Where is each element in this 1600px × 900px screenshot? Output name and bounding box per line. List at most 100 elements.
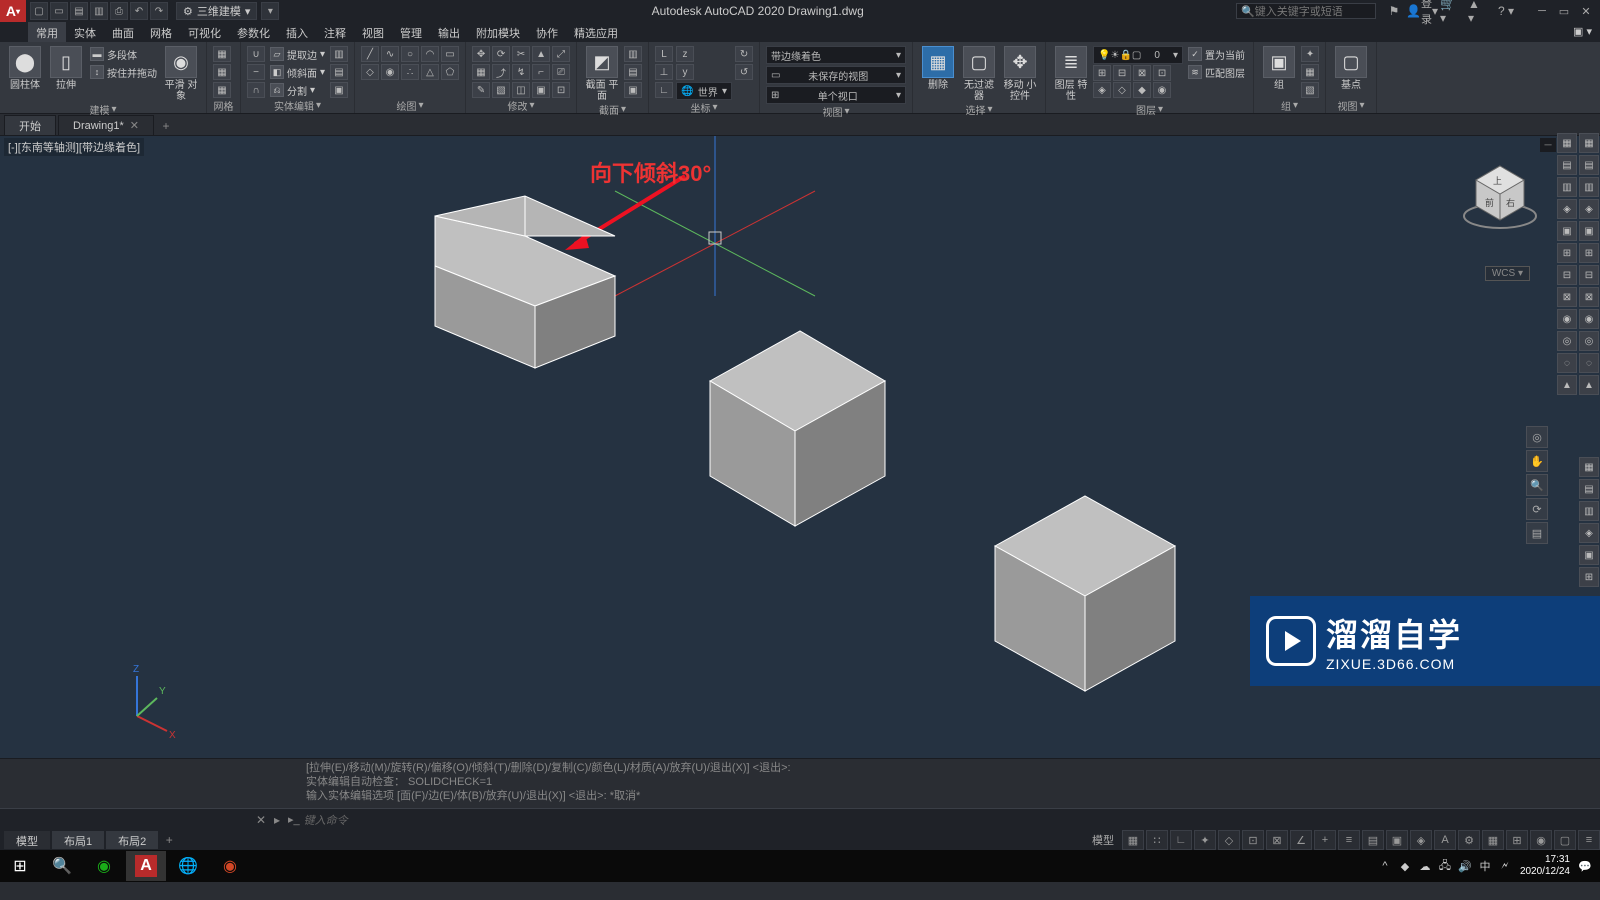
lay-b1[interactable]: ⊞ <box>1093 65 1111 81</box>
3dosnap-toggle[interactable]: ⊠ <box>1266 830 1288 850</box>
mod-b13[interactable]: ◫ <box>512 82 530 98</box>
lay-b4[interactable]: ⊡ <box>1153 65 1171 81</box>
close-tab-icon[interactable]: ✕ <box>130 119 139 132</box>
tray-ime-icon[interactable]: 中 <box>1476 857 1494 875</box>
mod-b15[interactable]: ⊡ <box>552 82 570 98</box>
cylinder-button[interactable]: ⬤圆柱体 <box>6 46 44 91</box>
rp-b1[interactable]: ▦ <box>1557 133 1577 153</box>
search-input[interactable]: 🔍 键入关键字或短语 <box>1236 3 1376 19</box>
tab-view[interactable]: 视图 <box>354 22 392 42</box>
matchlayer-button[interactable]: ≋匹配图层 <box>1186 64 1247 80</box>
mod-b7[interactable]: ⤴ <box>492 64 510 80</box>
rp-b4[interactable]: ◈ <box>1557 199 1577 219</box>
mod-b9[interactable]: ⌐ <box>532 64 550 80</box>
status-model[interactable]: 模型 <box>1086 832 1120 848</box>
saveas-icon[interactable]: ▥ <box>90 2 108 20</box>
qp-toggle[interactable]: ▣ <box>1386 830 1408 850</box>
rp2-b10[interactable]: ◎ <box>1579 331 1599 351</box>
draw-b7[interactable]: ◉ <box>381 64 399 80</box>
ucs-b3[interactable]: ∟ <box>655 82 673 98</box>
sc-toggle[interactable]: ◈ <box>1410 830 1432 850</box>
autocad-taskbar-icon[interactable]: A <box>126 851 166 881</box>
tab-output[interactable]: 输出 <box>430 22 468 42</box>
tab-solid[interactable]: 实体 <box>66 22 104 42</box>
smooth-button[interactable]: ◉平滑 对象 <box>162 46 200 102</box>
tpy-toggle[interactable]: ▤ <box>1362 830 1384 850</box>
tray-up-icon[interactable]: ^ <box>1376 857 1394 875</box>
ucs-b7[interactable]: ↺ <box>735 64 753 80</box>
rp2-s4[interactable]: ◈ <box>1579 523 1599 543</box>
sec-b1[interactable]: ▥ <box>624 46 642 62</box>
se-btn3[interactable]: ▣ <box>330 82 348 98</box>
polysolid-button[interactable]: ▬多段体 <box>88 46 159 62</box>
erase-button[interactable]: ▦删除 <box>919 46 957 91</box>
setcurrent-button[interactable]: ✓置为当前 <box>1186 46 1247 62</box>
tray-battery-icon[interactable]: 🗲 <box>1496 857 1514 875</box>
rp-b2[interactable]: ▤ <box>1557 155 1577 175</box>
lwt-toggle[interactable]: ≡ <box>1338 830 1360 850</box>
otrack-toggle[interactable]: ∠ <box>1290 830 1312 850</box>
command-line[interactable]: ✕ ▸ ▸_ 键入命令 <box>0 808 1600 830</box>
mod-b12[interactable]: ▧ <box>492 82 510 98</box>
mirror-icon[interactable]: ▲ <box>532 46 550 62</box>
sec-b2[interactable]: ▤ <box>624 64 642 80</box>
tab-home[interactable]: 常用 <box>28 22 66 42</box>
anno-toggle[interactable]: A <box>1434 830 1456 850</box>
rp2-s5[interactable]: ▣ <box>1579 545 1599 565</box>
rp2-s6[interactable]: ⊞ <box>1579 567 1599 587</box>
tab-featured[interactable]: 精选应用 <box>566 22 626 42</box>
rp-b12[interactable]: ▲ <box>1557 375 1577 395</box>
start-button[interactable]: ⊞ <box>0 851 40 881</box>
draw-b8[interactable]: ∴ <box>401 64 419 80</box>
rp2-b12[interactable]: ▲ <box>1579 375 1599 395</box>
vp-min-icon[interactable]: ─ <box>1540 138 1556 152</box>
rp-b11[interactable]: ◌ <box>1557 353 1577 373</box>
rp2-b2[interactable]: ▤ <box>1579 155 1599 175</box>
iso-toggle[interactable]: ◇ <box>1218 830 1240 850</box>
rp2-s1[interactable]: ▦ <box>1579 457 1599 477</box>
powerpoint-icon[interactable]: ◉ <box>210 851 250 881</box>
ucs-b4[interactable]: z <box>676 46 694 62</box>
rp2-b1[interactable]: ▦ <box>1579 133 1599 153</box>
tab-surface[interactable]: 曲面 <box>104 22 142 42</box>
custom-toggle[interactable]: ≡ <box>1578 830 1600 850</box>
maximize-button[interactable]: ▭ <box>1554 3 1574 19</box>
system-clock[interactable]: 17:312020/12/24 <box>1516 854 1574 878</box>
move-icon[interactable]: ✥ <box>472 46 490 62</box>
workspace-dropdown[interactable]: ⚙ 三维建模 ▾ <box>176 2 257 20</box>
dyn-toggle[interactable]: + <box>1314 830 1336 850</box>
lay-b8[interactable]: ◉ <box>1153 82 1171 98</box>
ortho-toggle[interactable]: ∟ <box>1170 830 1192 850</box>
steering-wheel-icon[interactable]: ◎ <box>1526 426 1548 448</box>
app-menu-icon[interactable]: 🛒 ▾ <box>1440 2 1460 20</box>
tab-manage[interactable]: 管理 <box>392 22 430 42</box>
rp2-b8[interactable]: ⊠ <box>1579 287 1599 307</box>
chrome-icon[interactable]: 🌐 <box>168 851 208 881</box>
mesh-btn2[interactable]: ▦ <box>213 64 231 80</box>
ucs-b2[interactable]: ⊥ <box>655 64 673 80</box>
lay-b3[interactable]: ⊠ <box>1133 65 1151 81</box>
draw-b6[interactable]: ◇ <box>361 64 379 80</box>
rp-b10[interactable]: ◎ <box>1557 331 1577 351</box>
viewport-dropdown[interactable]: ⊞ 单个视口▾ <box>766 86 906 104</box>
presspull-button[interactable]: ↕按住并拖动 <box>88 64 159 80</box>
tab-collab[interactable]: 协作 <box>528 22 566 42</box>
tab-insert[interactable]: 插入 <box>278 22 316 42</box>
a360-icon[interactable]: ▲ ▾ <box>1468 2 1488 20</box>
rp-b8[interactable]: ⊠ <box>1557 287 1577 307</box>
nofilter-button[interactable]: ▢无过滤器 <box>960 46 998 102</box>
pline-icon[interactable]: ∿ <box>381 46 399 62</box>
ucs-b1[interactable]: L <box>655 46 673 62</box>
rp-b9[interactable]: ◉ <box>1557 309 1577 329</box>
lay-b7[interactable]: ◆ <box>1133 82 1151 98</box>
layer-dropdown[interactable]: 💡☀🔒▢ 0 ▾ <box>1093 46 1183 64</box>
hw-toggle[interactable]: ⊞ <box>1506 830 1528 850</box>
search-button[interactable]: 🔍 <box>42 851 82 881</box>
layerprops-button[interactable]: ≣图层 特性 <box>1052 46 1090 102</box>
file-tab-start[interactable]: 开始 <box>4 115 56 135</box>
osnap-toggle[interactable]: ⊡ <box>1242 830 1264 850</box>
viewport[interactable]: [-][东南等轴测][带边缘着色] ─ ▭ ✕ Z Y X <box>0 136 1600 758</box>
redo-icon[interactable]: ↷ <box>150 2 168 20</box>
command-input[interactable]: 键入命令 <box>304 812 348 828</box>
se-btn2[interactable]: ▤ <box>330 64 348 80</box>
